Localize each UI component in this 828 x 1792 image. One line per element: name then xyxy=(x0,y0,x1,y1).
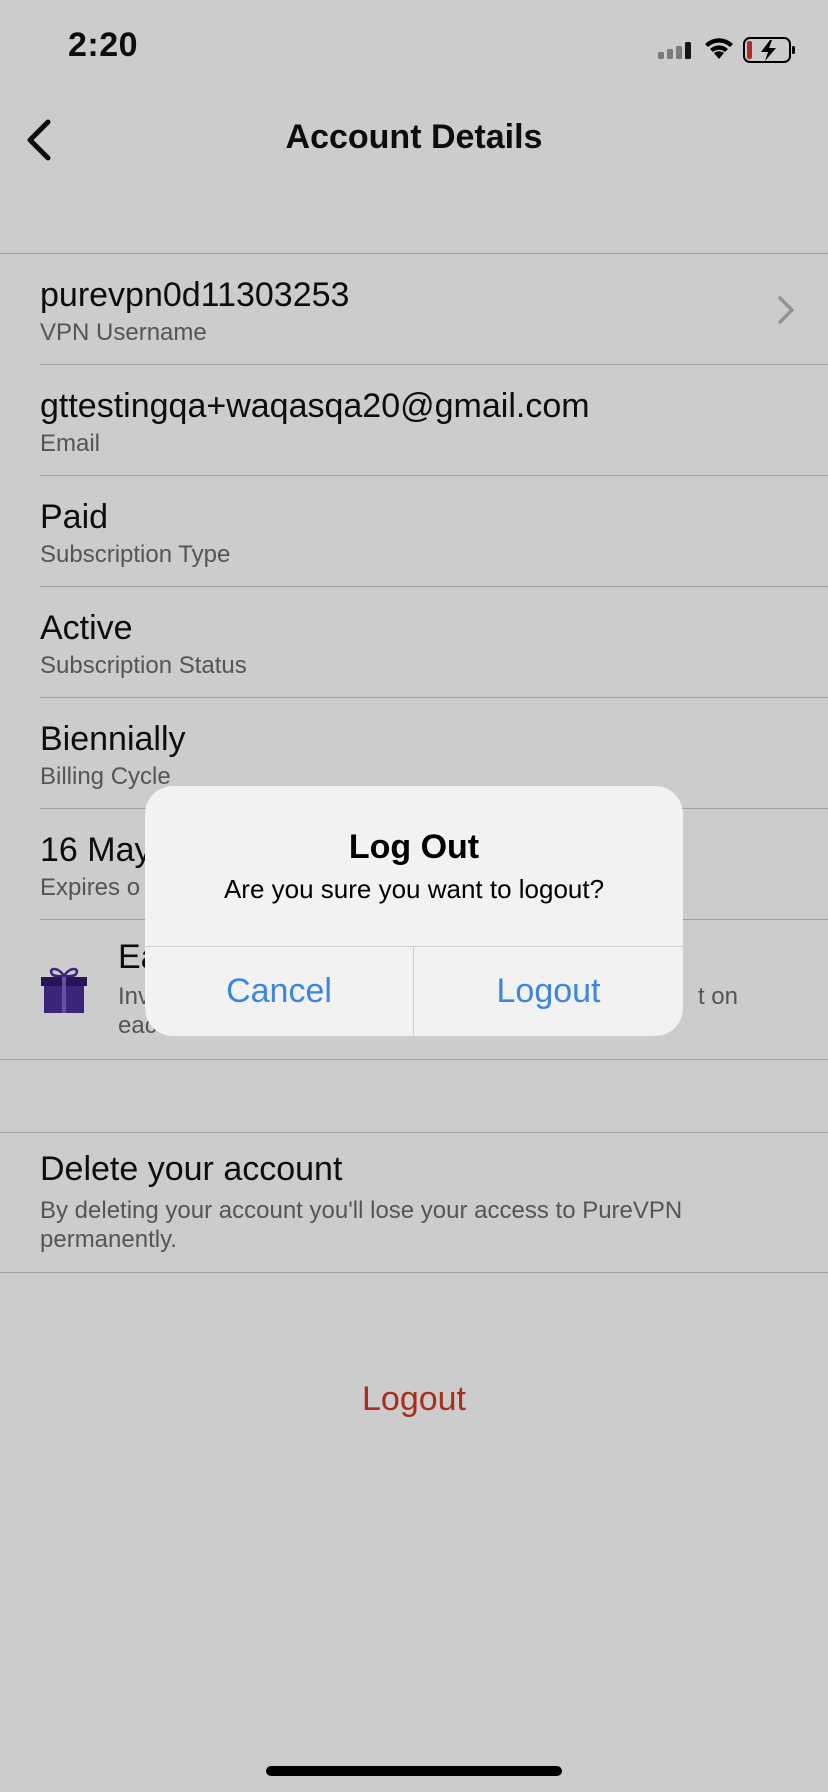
logout-alert-dialog: Log Out Are you sure you want to logout?… xyxy=(145,786,683,1036)
alert-cancel-button[interactable]: Cancel xyxy=(145,947,413,1036)
alert-logout-button[interactable]: Logout xyxy=(414,947,683,1036)
alert-title: Log Out xyxy=(348,828,480,866)
alert-message: Are you sure you want to logout? xyxy=(223,874,605,904)
